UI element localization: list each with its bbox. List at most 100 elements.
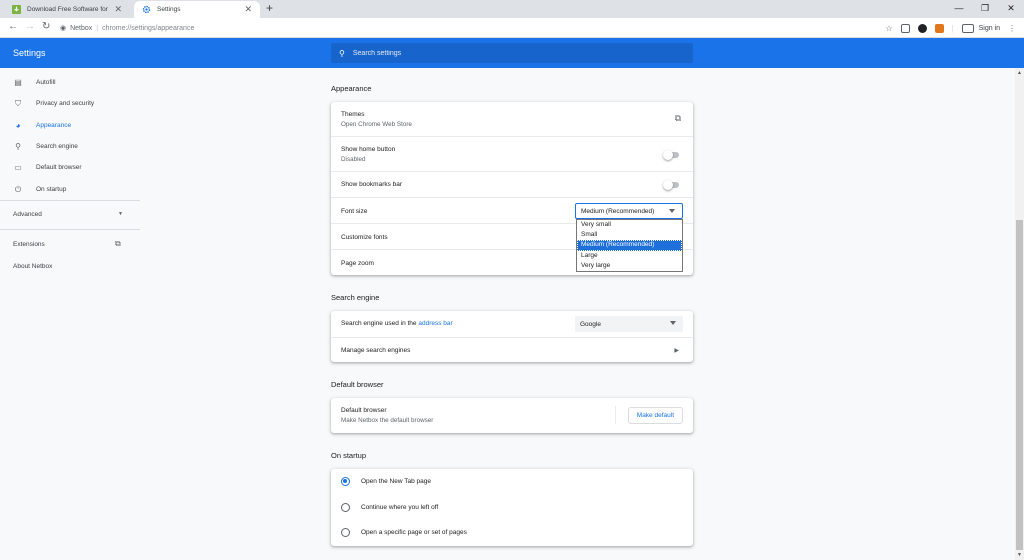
extension-cube-icon[interactable] [900, 23, 910, 33]
sidebar-item-label: Search engine [36, 143, 78, 150]
menu-dots-icon[interactable]: ⋮ [1008, 24, 1016, 33]
startup-option-label: Continue where you left off [361, 504, 439, 511]
default-browser-sublabel: Make Netbox the default browser [341, 417, 434, 424]
forward-arrow-icon[interactable]: → [25, 21, 35, 32]
default-browser-card: Default browser Make Netbox the default … [331, 398, 693, 433]
sidebar-item-default-browser[interactable]: ▭ Default browser [0, 157, 140, 178]
sidebar-item-on-startup[interactable]: ⏻ On startup [0, 179, 140, 200]
font-option-large[interactable]: Large [577, 251, 682, 261]
startup-option-continue[interactable]: Continue where you left off [331, 495, 693, 520]
page-zoom-label: Page zoom [341, 260, 374, 267]
open-in-new-icon[interactable]: ⧉ [115, 239, 121, 249]
sidebar-item-label: Privacy and security [36, 100, 95, 107]
search-engine-label: Search engine used in the address bar [341, 320, 453, 327]
radio-button-selected[interactable] [341, 477, 350, 486]
new-tab-icon[interactable]: + [266, 1, 273, 15]
reload-icon[interactable]: ↻ [42, 21, 50, 32]
open-in-new-icon[interactable]: ⧉ [675, 113, 681, 124]
extension-s-icon[interactable] [917, 23, 927, 33]
back-arrow-icon[interactable]: ← [8, 21, 18, 32]
scroll-up-arrow-icon[interactable]: ▲ [1017, 70, 1022, 76]
scrollbar-thumb[interactable] [1016, 220, 1023, 550]
startup-option-label: Open a specific page or set of pages [361, 529, 467, 536]
startup-option-new-tab[interactable]: Open the New Tab page [331, 469, 693, 495]
font-option-medium[interactable]: Medium (Recommended) [577, 240, 682, 251]
sidebar-item-label: Autofill [36, 79, 56, 86]
radio-button[interactable] [341, 528, 350, 537]
palette-icon: ◕ [15, 121, 21, 130]
manage-search-engines-label: Manage search engines [341, 347, 411, 354]
row-divider [615, 406, 616, 424]
window-controls: — ❐ ✕ [946, 0, 1024, 18]
restore-icon[interactable]: ❐ [972, 0, 998, 18]
radio-button[interactable] [341, 503, 350, 512]
sidebar-item-autofill[interactable]: ▤ Autofill [0, 72, 140, 93]
search-icon: ⚲ [339, 48, 345, 58]
browser-icon: ▭ [14, 163, 22, 172]
minimize-icon[interactable]: — [946, 0, 972, 18]
startup-option-specific-pages[interactable]: Open a specific page or set of pages [331, 520, 693, 546]
search-icon: ⚲ [15, 142, 21, 151]
close-icon[interactable]: ✕ [244, 4, 252, 15]
font-option-small[interactable]: Small [577, 230, 682, 240]
make-default-button[interactable]: Make default [627, 407, 683, 424]
metamask-fox-icon[interactable] [934, 23, 944, 33]
manage-search-engines-row[interactable]: Manage search engines ▶ [331, 337, 693, 362]
bookmarks-bar-row[interactable]: Show bookmarks bar [331, 171, 693, 197]
dropdown-arrow-icon [670, 321, 676, 325]
tab-title: Download Free Software for Win... [27, 6, 110, 13]
startup-option-label: Open the New Tab page [361, 478, 431, 485]
sign-in-button[interactable]: Sign in [961, 23, 1000, 33]
browser-toolbar: ← → ↻ ◉ Netbox | chrome://settings/appea… [0, 18, 1024, 38]
bookmark-star-icon[interactable]: ☆ [885, 24, 892, 33]
sidebar-item-about[interactable]: About Netbox [13, 263, 52, 270]
home-button-label: Show home button [341, 146, 396, 153]
font-option-very-small[interactable]: Very small [577, 220, 682, 230]
sidebar-item-search-engine[interactable]: ⚲ Search engine [0, 136, 140, 157]
profile-icon [961, 23, 974, 33]
search-input[interactable] [352, 49, 653, 57]
themes-sublabel: Open Chrome Web Store [341, 121, 412, 128]
page-title: Settings [13, 48, 46, 58]
sidebar-item-privacy[interactable]: ⛉ Privacy and security [0, 93, 140, 114]
tab-settings[interactable]: Settings ✕ [134, 1, 260, 18]
on-startup-card: Open the New Tab page Continue where you… [331, 469, 693, 546]
font-size-value: Medium (Recommended) [581, 207, 655, 215]
search-engine-label-text: Search engine used in the [341, 320, 419, 327]
clipboard-icon: ▤ [14, 78, 22, 87]
dropdown-arrow-icon [669, 209, 675, 213]
close-icon[interactable]: ✕ [114, 4, 122, 15]
home-button-sublabel: Disabled [341, 156, 366, 163]
themes-row[interactable]: Themes Open Chrome Web Store ⧉ [331, 102, 693, 136]
chevron-right-icon: ▶ [674, 348, 679, 354]
tab-download-software[interactable]: Download Free Software for Win... ✕ [4, 1, 130, 18]
scroll-down-arrow-icon[interactable]: ▼ [1017, 552, 1022, 558]
sidebar-divider [0, 229, 140, 230]
sidebar-divider [0, 200, 140, 201]
default-browser-label: Default browser [341, 407, 387, 414]
address-bar[interactable]: ◉ Netbox | chrome://settings/appearance [60, 21, 194, 35]
font-size-select[interactable]: Medium (Recommended) [575, 203, 683, 219]
font-option-very-large[interactable]: Very large [577, 261, 682, 271]
search-engine-row: Search engine used in the address bar Go… [331, 311, 693, 337]
search-engine-select[interactable]: Google [575, 316, 683, 332]
sidebar-item-label: Default browser [36, 164, 82, 171]
search-settings-box[interactable]: ⚲ [331, 43, 693, 63]
sidebar-item-appearance[interactable]: ◕ Appearance [0, 115, 140, 136]
close-window-icon[interactable]: ✕ [998, 0, 1024, 18]
advanced-label: Advanced [13, 211, 42, 218]
sidebar-item-extensions[interactable]: Extensions [13, 241, 45, 248]
sidebar-item-label: On startup [36, 186, 67, 193]
address-bar-link[interactable]: address bar [418, 320, 452, 327]
chevron-down-icon: ▼ [118, 211, 123, 217]
on-startup-section-title: On startup [331, 451, 367, 460]
page-scrollbar[interactable]: ▲ ▼ [1015, 68, 1024, 560]
shield-icon: ⛉ [15, 98, 21, 108]
default-browser-section-title: Default browser [331, 380, 384, 389]
site-info-icon[interactable]: ◉ [60, 24, 66, 32]
font-size-label: Font size [341, 208, 368, 215]
sidebar-advanced-toggle[interactable]: Advanced ▼ [13, 211, 123, 218]
home-button-row[interactable]: Show home button Disabled [331, 136, 693, 171]
bookmarks-bar-toggle[interactable] [663, 180, 679, 190]
home-button-toggle[interactable] [663, 150, 679, 160]
